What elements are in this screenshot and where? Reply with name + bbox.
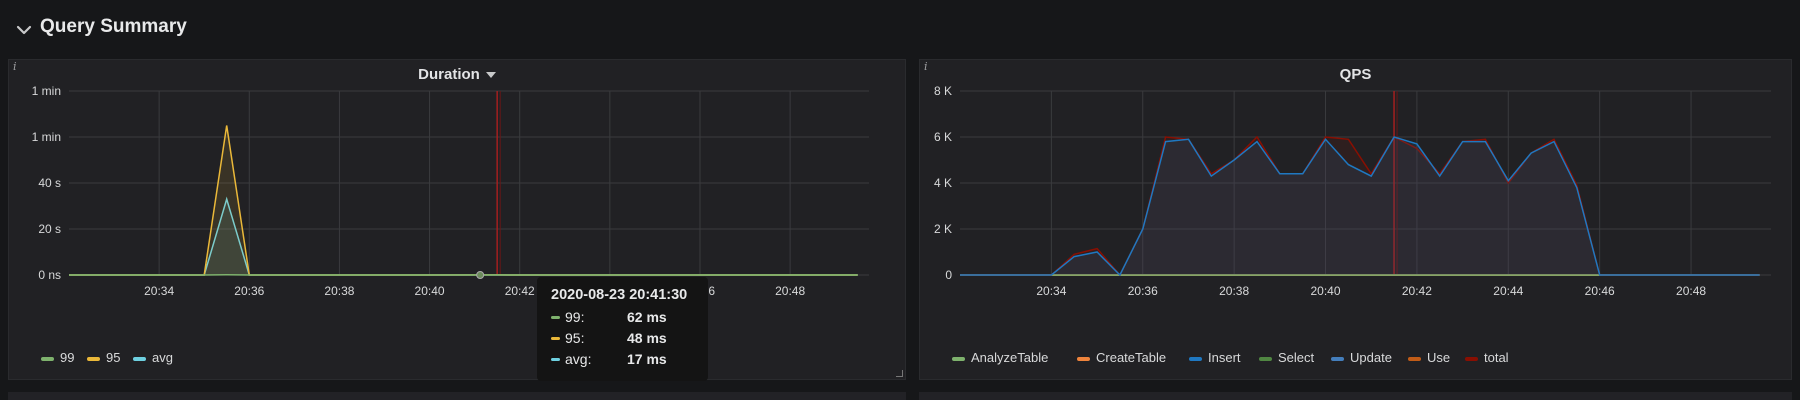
duration-panel: i Duration 0 ns 20 s 40 s1 min 1 min 20:34 20…: [8, 59, 906, 380]
y-tick-label: 1 min: [32, 84, 61, 98]
y-tick-label: 4 K: [934, 176, 952, 190]
legend-swatch: [87, 356, 100, 361]
legend-swatch: [1077, 356, 1090, 361]
legend-item[interactable]: AnalyzeTable: [952, 350, 1048, 365]
legend-label[interactable]: total: [1484, 350, 1509, 365]
legend-label[interactable]: AnalyzeTable: [971, 350, 1048, 365]
x-tick-label: 20:34: [144, 284, 174, 298]
y-tick-label: 1 min: [32, 130, 61, 144]
tooltip-row: avg: 17 ms: [551, 351, 708, 372]
tooltip-value: 62 ms: [627, 309, 667, 325]
legend-item[interactable]: total: [1465, 350, 1509, 365]
duration-chart[interactable]: 0 ns 20 s 40 s 1 min 1 min 20:34 20:36 20:38 20:…: [9, 60, 907, 350]
legend-label[interactable]: avg: [152, 350, 173, 365]
y-tick-label: 2 K: [934, 222, 952, 236]
legend-item[interactable]: Select: [1259, 350, 1314, 365]
legend-label[interactable]: Select: [1278, 350, 1314, 365]
legend-swatch: [551, 358, 560, 361]
legend-swatch: [1408, 356, 1421, 361]
legend-item[interactable]: CreateTable: [1077, 350, 1166, 365]
legend-swatch: [1189, 356, 1202, 361]
tooltip-row: 95: 48 ms: [551, 330, 708, 351]
legend-label[interactable]: Insert: [1208, 350, 1241, 365]
legend-label[interactable]: 99: [60, 350, 74, 365]
next-panel-edge: [8, 392, 906, 400]
tooltip-value: 17 ms: [627, 351, 667, 367]
series-line: [69, 125, 858, 276]
legend-swatch: [1331, 356, 1344, 361]
resize-handle[interactable]: [896, 370, 903, 377]
legend-swatch: [551, 337, 560, 340]
legend-swatch: [1259, 356, 1272, 361]
legend-item[interactable]: Update: [1331, 350, 1392, 365]
y-tick-label: 40 s: [38, 176, 61, 190]
next-panel-edge: [919, 392, 1792, 400]
legend-label[interactable]: Use: [1427, 350, 1450, 365]
y-tick-label: 0 ns: [38, 268, 61, 282]
legend-item[interactable]: 95: [87, 350, 120, 365]
y-tick-label: 6 K: [934, 130, 952, 144]
x-tick-label: 20:34: [1036, 284, 1066, 298]
legend-label[interactable]: Update: [1350, 350, 1392, 365]
x-tick-label: 20:48: [1676, 284, 1706, 298]
tooltip: 2020-08-23 20:41:30 99: 62 ms 95: 48 ms …: [537, 277, 708, 381]
series-area: [69, 125, 858, 275]
x-tick-label: 20:44: [1493, 284, 1523, 298]
tooltip-value: 48 ms: [627, 330, 667, 346]
y-tick-label: 0: [945, 268, 952, 282]
x-tick-label: 20:38: [324, 284, 354, 298]
chevron-down-icon[interactable]: [14, 20, 34, 40]
row-header[interactable]: Query Summary: [0, 0, 1800, 58]
series-area: [69, 199, 858, 275]
legend-label[interactable]: 95: [106, 350, 120, 365]
legend-swatch: [1465, 356, 1478, 361]
row-title: Query Summary: [40, 16, 187, 37]
tooltip-series: 99:: [565, 309, 585, 325]
qps-panel: i QPS 02 K4 K6 K8 K 20:34 20:36 20:38 20:40 2…: [919, 59, 1792, 380]
x-tick-label: 20:48: [775, 284, 805, 298]
x-tick-label: 20:42: [1402, 284, 1432, 298]
legend-swatch: [133, 356, 146, 361]
x-tick-label: 20:36: [234, 284, 264, 298]
x-tick-label: 20:36: [1128, 284, 1158, 298]
legend-swatch: [41, 356, 54, 361]
hover-point: [476, 271, 485, 279]
x-tick-label: 20:42: [505, 284, 535, 298]
y-tick-label: 20 s: [38, 222, 61, 236]
tooltip-row: 99: 62 ms: [551, 309, 708, 330]
legend-item[interactable]: Use: [1408, 350, 1450, 365]
legend-swatch: [952, 356, 965, 361]
legend-label[interactable]: CreateTable: [1096, 350, 1166, 365]
x-tick-label: 20:38: [1219, 284, 1249, 298]
x-tick-label: 20:40: [415, 284, 445, 298]
legend-item[interactable]: Insert: [1189, 350, 1241, 365]
tooltip-series: 95:: [565, 330, 585, 346]
series-line: [69, 196, 858, 276]
legend-item[interactable]: 99: [41, 350, 74, 365]
x-tick-label: 20:46: [1585, 284, 1615, 298]
legend-item[interactable]: avg: [133, 350, 173, 365]
legend-swatch: [551, 316, 560, 319]
x-tick-label: 20:40: [1311, 284, 1341, 298]
tooltip-series: avg:: [565, 351, 592, 367]
y-tick-label: 8 K: [934, 84, 952, 98]
tooltip-time: 2020-08-23 20:41:30: [551, 287, 688, 303]
qps-chart[interactable]: 0 2 K 4 K 6 K 8 K 20:34 20:36 20:38 20:40 20:42 20…: [920, 60, 1793, 350]
